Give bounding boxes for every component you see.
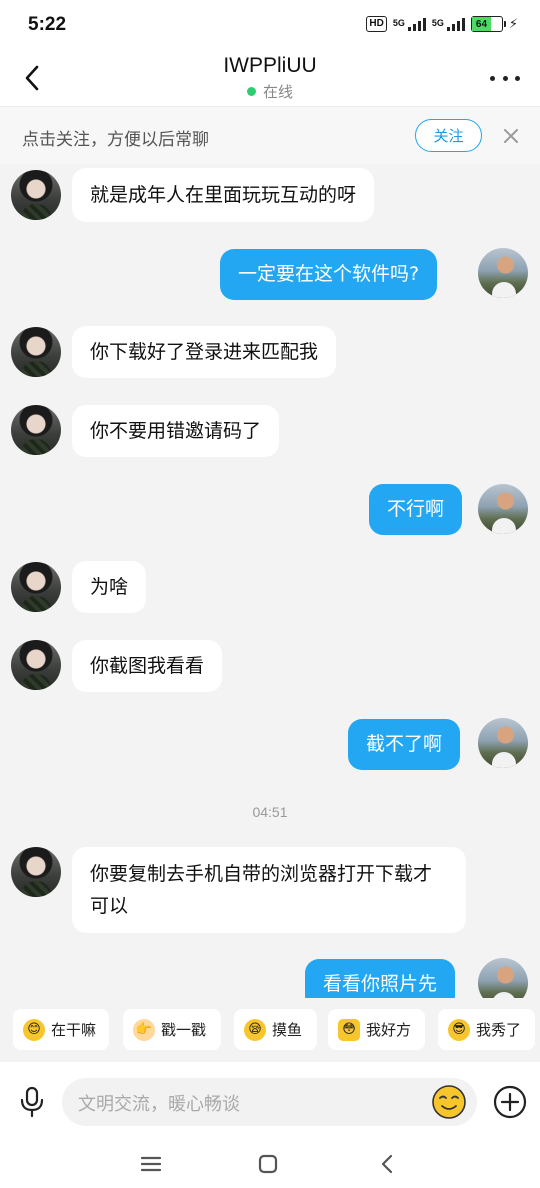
quick-reply-chip[interactable]: 😎 我秀了	[438, 1009, 535, 1050]
smiley-icon	[432, 1085, 466, 1119]
follow-button[interactable]: 关注	[415, 119, 482, 152]
contact-avatar[interactable]	[11, 562, 61, 612]
follow-banner: 点击关注，方便以后常聊 关注	[0, 106, 540, 164]
chat-header: IWPPliUU 在线	[0, 50, 540, 106]
emoji-button[interactable]	[431, 1084, 467, 1120]
menu-icon	[140, 1156, 162, 1172]
status-icons: HD 5G 5G 64 ⚡	[366, 16, 518, 32]
message-bubble-outgoing[interactable]: 看看你照片先	[305, 959, 456, 998]
input-bar: 文明交流，暖心畅谈	[0, 1062, 540, 1140]
signal-icon-2: 5G	[432, 17, 465, 31]
back-icon	[381, 1154, 393, 1174]
charging-icon: ⚡	[508, 16, 518, 32]
my-avatar[interactable]	[478, 484, 528, 534]
quick-reply-chip[interactable]: 😊 在干嘛	[13, 1009, 109, 1050]
status-time: 5:22	[28, 14, 67, 35]
status-bar: 5:22 HD 5G 5G 64 ⚡	[0, 0, 540, 50]
system-nav-bar	[0, 1140, 540, 1188]
add-button[interactable]	[492, 1084, 528, 1120]
contact-avatar[interactable]	[11, 405, 61, 455]
my-avatar[interactable]	[478, 718, 528, 768]
emoji-sticker-icon: 😊	[23, 1018, 45, 1041]
message-list[interactable]: 就是成年人在里面玩玩互动的呀 一定要在这个软件吗? 你下载好了登录进来匹配我 你…	[0, 164, 540, 998]
nav-home-button[interactable]	[254, 1152, 282, 1176]
quick-reply-chip[interactable]: 😪 摸鱼	[234, 1009, 317, 1050]
hd-badge: HD	[366, 16, 387, 32]
online-status: 在线	[0, 81, 540, 102]
more-icon	[490, 75, 495, 81]
contact-avatar[interactable]	[11, 847, 61, 897]
close-icon	[504, 129, 518, 143]
emoji-sticker-icon: 😪	[244, 1018, 266, 1041]
battery-icon: 64	[470, 16, 506, 32]
message-bubble-outgoing[interactable]: 不行啊	[369, 484, 463, 535]
message-bubble-incoming[interactable]: 你不要用错邀请码了	[72, 405, 280, 457]
quick-reply-chip[interactable]: 😳 我好方	[328, 1009, 425, 1050]
time-separator: 04:51	[252, 804, 288, 820]
nav-menu-button[interactable]	[137, 1152, 165, 1176]
my-avatar[interactable]	[478, 958, 528, 998]
more-button[interactable]	[490, 64, 520, 92]
message-bubble-incoming[interactable]: 就是成年人在里面玩玩互动的呀	[72, 168, 375, 222]
contact-avatar[interactable]	[11, 170, 61, 220]
message-bubble-incoming[interactable]: 你下载好了登录进来匹配我	[72, 326, 337, 378]
follow-hint: 点击关注，方便以后常聊	[22, 130, 209, 150]
message-bubble-incoming[interactable]: 你截图我看看	[72, 640, 223, 692]
contact-avatar[interactable]	[11, 640, 61, 690]
message-input[interactable]: 文明交流，暖心畅谈	[62, 1078, 477, 1126]
microphone-icon	[20, 1086, 44, 1118]
quick-reply-bar: 😊 在干嘛 👉 戳一戳 😪 摸鱼 😳 我好方 😎 我秀了	[0, 998, 540, 1062]
poke-hand-icon: 👉	[133, 1018, 155, 1041]
plus-icon	[493, 1085, 527, 1119]
battery-level: 64	[471, 17, 492, 31]
online-dot-icon	[246, 87, 256, 96]
message-bubble-outgoing[interactable]: 一定要在这个软件吗?	[220, 249, 438, 300]
message-input-placeholder: 文明交流，暖心畅谈	[78, 1094, 240, 1115]
emoji-sticker-icon: 😳	[338, 1018, 360, 1041]
voice-button[interactable]	[14, 1084, 50, 1120]
home-icon	[258, 1154, 278, 1174]
my-avatar[interactable]	[478, 248, 528, 298]
message-bubble-outgoing[interactable]: 截不了啊	[348, 719, 461, 770]
emoji-sticker-icon: 😎	[448, 1018, 470, 1041]
nav-back-button[interactable]	[373, 1152, 401, 1176]
message-bubble-incoming[interactable]: 你要复制去手机自带的浏览器打开下载才可以	[72, 847, 466, 933]
contact-name: IWPPliUU	[223, 54, 317, 77]
quick-reply-chip[interactable]: 👉 戳一戳	[123, 1009, 221, 1050]
signal-icon: 5G	[393, 17, 426, 31]
online-status-label: 在线	[262, 83, 293, 101]
close-banner-button[interactable]	[498, 123, 524, 149]
message-bubble-incoming[interactable]: 为啥	[72, 561, 147, 613]
contact-avatar[interactable]	[11, 327, 61, 377]
